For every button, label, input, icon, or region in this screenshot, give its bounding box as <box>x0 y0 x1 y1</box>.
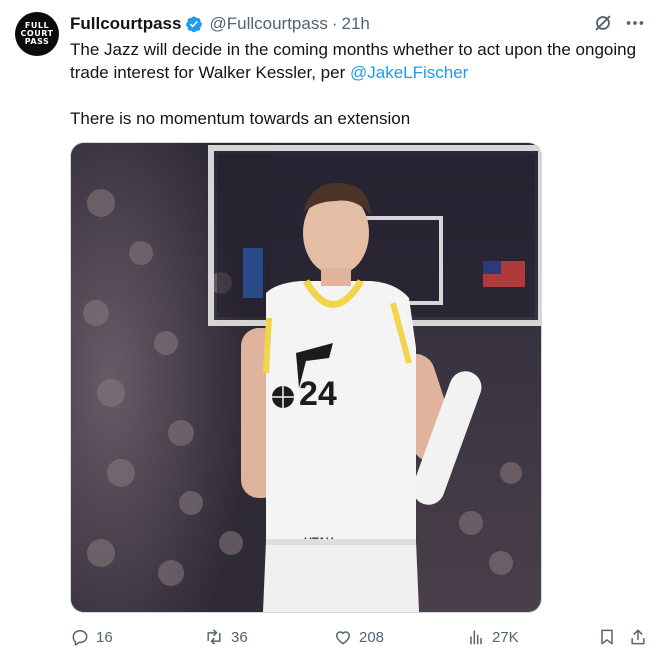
author-handle[interactable]: @Fullcourtpass <box>209 14 327 34</box>
tweet-image[interactable]: 24 UTAH <box>70 142 542 613</box>
tweet-header: Fullcourtpass @Fullcourtpass · 21h <box>70 14 370 34</box>
retweet-count: 36 <box>231 628 248 646</box>
like-button[interactable]: 208 <box>333 626 384 648</box>
bookmark-icon <box>601 629 613 645</box>
views-icon <box>470 630 482 645</box>
share-icon <box>631 629 645 645</box>
author-name[interactable]: Fullcourtpass <box>70 14 181 34</box>
views-count: 27K <box>492 628 519 646</box>
avatar-text-3: PASS <box>24 37 50 46</box>
retweet-icon <box>207 629 221 645</box>
retweet-button[interactable]: 36 <box>203 626 248 648</box>
player-photo: 24 UTAH <box>71 143 541 612</box>
top-actions <box>592 12 646 34</box>
jersey-number: 24 <box>299 375 337 413</box>
tweet-text: The Jazz will decide in the coming month… <box>70 38 655 130</box>
action-bar: 16 36 208 27K <box>70 626 650 648</box>
share-button[interactable] <box>628 626 648 648</box>
verified-badge-icon <box>186 16 203 33</box>
like-count: 208 <box>359 628 385 646</box>
tweet-text-paragraph-2: There is no momentum towards an extensio… <box>70 109 411 128</box>
timestamp[interactable]: 21h <box>342 14 370 34</box>
reply-icon <box>72 630 88 646</box>
reply-button[interactable]: 16 <box>70 626 113 648</box>
grok-icon[interactable] <box>592 12 614 34</box>
views-button[interactable]: 27K <box>466 626 519 648</box>
like-icon <box>336 631 350 645</box>
separator-dot: · <box>331 14 338 33</box>
more-icon[interactable] <box>624 12 646 34</box>
mention-link[interactable]: @JakeLFischer <box>350 63 468 82</box>
bookmark-button[interactable] <box>597 626 617 648</box>
tweet-text-paragraph-1: The Jazz will decide in the coming month… <box>70 38 655 84</box>
avatar[interactable]: FULL COURT PASS <box>15 12 59 56</box>
reply-count: 16 <box>96 628 113 646</box>
